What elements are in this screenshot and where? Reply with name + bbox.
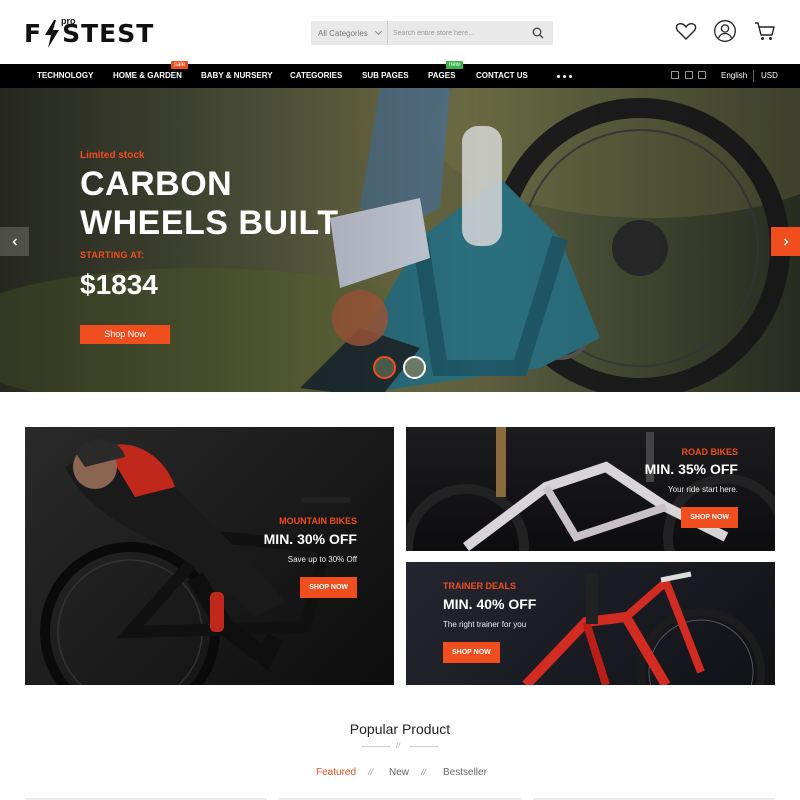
banner-trainer-title: MIN. 40% OFF: [443, 596, 537, 612]
banner-mountain-title: MIN. 30% OFF: [263, 531, 357, 547]
site-logo[interactable]: pro F STEST: [24, 16, 154, 49]
main-nav: TECHNOLOGY HOME & GARDEN sale BABY & NUR…: [0, 61, 800, 88]
nav-item-home-garden[interactable]: HOME & GARDEN sale: [113, 61, 189, 88]
slide-thumb-2[interactable]: [403, 356, 426, 379]
logo-letter-f: F: [24, 19, 43, 48]
banner-trainer-deals[interactable]: TRAINER DEALS MIN. 40% OFF The right tra…: [406, 562, 775, 685]
tab-separator: //: [368, 767, 374, 777]
mountain-shop-now-button[interactable]: SHOP NOW: [300, 577, 357, 598]
nav-divider: [753, 70, 754, 82]
category-select[interactable]: All Categories: [311, 21, 388, 45]
language-select[interactable]: English: [721, 64, 747, 88]
search-input[interactable]: [388, 21, 523, 45]
hero-tag: Limited stock: [80, 150, 145, 161]
chevron-right-icon: [783, 238, 788, 245]
heart-icon[interactable]: [674, 19, 698, 43]
hero-price: $1834: [80, 269, 158, 300]
hero-starting-label: STARTING AT:: [80, 250, 145, 260]
banner-mountain-bikes[interactable]: MOUNTAIN BIKES MIN. 30% OFF Save up to 3…: [25, 427, 394, 685]
banner-trainer-sub: TRAINER DEALS: [443, 581, 517, 591]
tab-separator: //: [421, 767, 427, 777]
title-divider-left: [362, 746, 390, 747]
prev-slide-button[interactable]: [0, 227, 29, 256]
category-select-value: All Categories: [318, 28, 368, 38]
chevron-down-icon: [374, 27, 383, 36]
nav-item-baby-nursery[interactable]: BABY & NURSERY: [201, 64, 273, 88]
section-title: Popular Product: [349, 721, 451, 737]
nav-item-pages[interactable]: PAGES new: [428, 61, 464, 88]
banner-road-sub: ROAD BIKES: [681, 447, 738, 457]
hero-title-line2: WHEELS BUILT: [80, 204, 339, 242]
trainer-shop-now-button[interactable]: SHOP NOW: [443, 642, 500, 663]
twitter-icon[interactable]: [671, 71, 679, 79]
more-menu-icon[interactable]: [557, 75, 572, 78]
new-badge: new: [446, 61, 464, 69]
nav-item-sub-pages[interactable]: SUB PAGES: [362, 64, 409, 88]
nav-item-categories[interactable]: CATEGORIES: [290, 64, 342, 88]
banner-road-text: Your ride start here.: [668, 485, 738, 494]
sale-badge: sale: [171, 61, 189, 69]
logo-pro-label: pro: [61, 16, 76, 26]
cart-icon[interactable]: [753, 19, 777, 43]
search-bar: All Categories: [311, 21, 553, 45]
user-icon[interactable]: [713, 19, 737, 43]
title-divider-slash: //: [396, 741, 401, 750]
hero-title: CARBON WHEELS BUILT: [80, 165, 338, 243]
search-button[interactable]: [523, 21, 553, 45]
banner-mountain-sub: MOUNTAIN BIKES: [279, 516, 357, 526]
linkedin-icon[interactable]: [698, 71, 706, 79]
facebook-icon[interactable]: [685, 71, 693, 79]
title-divider-right: [410, 746, 438, 747]
hero-title-line1: CARBON: [80, 165, 233, 203]
nav-item-technology[interactable]: TECHNOLOGY: [37, 64, 93, 88]
search-icon: [532, 27, 544, 39]
next-slide-button[interactable]: [771, 227, 800, 256]
chevron-left-icon: [12, 238, 17, 245]
lightning-bolt-icon: [45, 20, 60, 48]
banner-road-bikes[interactable]: ROAD BIKES MIN. 35% OFF Your ride start …: [406, 427, 775, 551]
banner-trainer-text: The right trainer for you: [443, 620, 527, 629]
nav-item-contact-us[interactable]: CONTACT US: [476, 64, 528, 88]
tab-bestseller[interactable]: Bestseller: [443, 767, 487, 778]
banner-mountain-text: Save up to 30% Off: [287, 555, 357, 564]
shop-now-button[interactable]: Shop Now: [80, 325, 170, 344]
slide-thumb-1[interactable]: [373, 356, 396, 379]
site-header: pro F STEST All Categories: [0, 0, 800, 64]
tab-new[interactable]: New: [389, 767, 409, 778]
banner-road-title: MIN. 35% OFF: [644, 461, 738, 477]
road-shop-now-button[interactable]: SHOP NOW: [681, 507, 738, 528]
hero-slider: Limited stock CARBON WHEELS BUILT STARTI…: [0, 88, 800, 392]
currency-select[interactable]: USD: [761, 64, 778, 88]
tab-featured[interactable]: Featured: [316, 767, 356, 778]
